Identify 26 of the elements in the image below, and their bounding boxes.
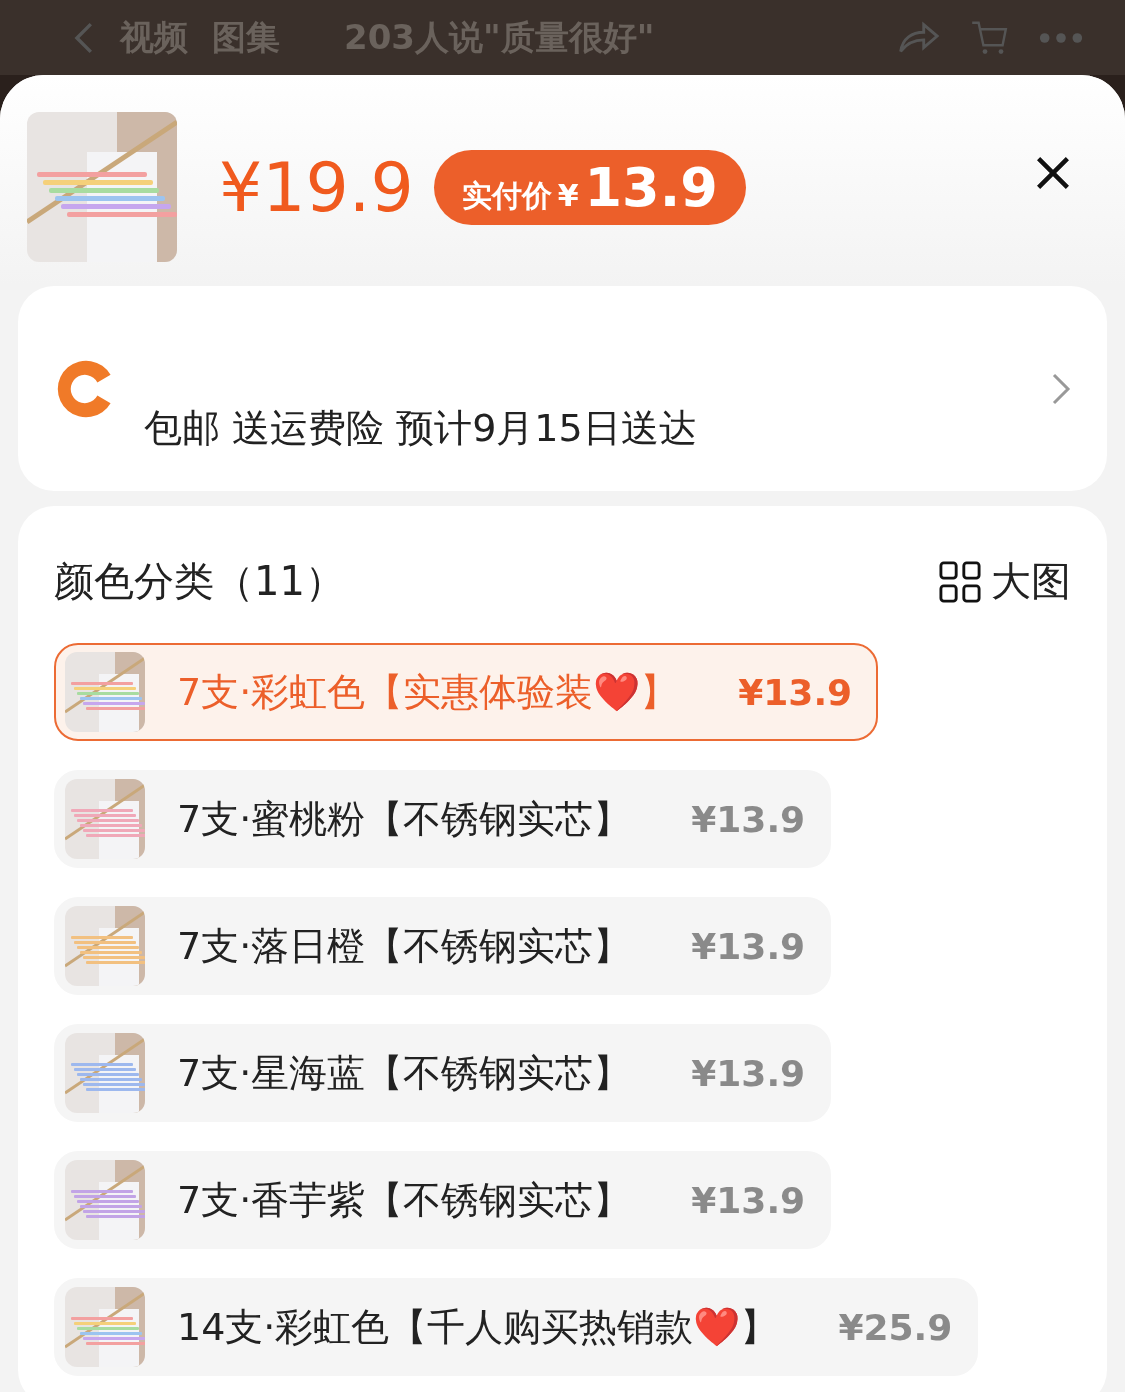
shipping-card[interactable]: 包邮 送运费险 预计9月15日送达 <box>18 286 1107 491</box>
option-item[interactable]: 7支·蜜桃粉【不锈钢实芯】 ¥13.9 <box>54 770 832 868</box>
option-label: 7支·蜜桃粉【不锈钢实芯】 <box>177 795 632 843</box>
option-label: 7支·彩虹色【实惠体验装❤】 <box>177 668 679 716</box>
option-label: 7支·星海蓝【不锈钢实芯】 <box>177 1049 632 1097</box>
section-title: 颜色分类（11） <box>54 557 345 606</box>
option-item[interactable]: 7支·落日橙【不锈钢实芯】 ¥13.9 <box>54 897 832 995</box>
option-price: ¥13.9 <box>691 1179 806 1221</box>
paid-price-badge: 实付价 ¥13.9 <box>433 149 746 225</box>
option-item[interactable]: 7支·星海蓝【不锈钢实芯】 ¥13.9 <box>54 1024 832 1122</box>
grid-icon[interactable] <box>939 560 981 603</box>
option-label: 7支·香芋紫【不锈钢实芯】 <box>177 1176 632 1224</box>
option-price: ¥25.9 <box>838 1306 953 1348</box>
option-item[interactable]: 7支·香芋紫【不锈钢实芯】 ¥13.9 <box>54 1151 832 1249</box>
chevron-right-icon <box>1051 371 1071 406</box>
large-view-link[interactable]: 大图 <box>991 554 1071 609</box>
option-price: ¥13.9 <box>738 671 853 713</box>
original-price: ¥19.9 <box>219 147 414 227</box>
option-label: 7支·落日橙【不锈钢实芯】 <box>177 922 632 970</box>
option-price: ¥13.9 <box>691 1052 806 1094</box>
option-label: 14支·彩虹色【千人购买热销款❤】 <box>177 1303 779 1351</box>
shipping-info: 包邮 送运费险 预计9月15日送达 <box>144 405 697 452</box>
option-price: ¥13.9 <box>691 798 806 840</box>
close-icon[interactable] <box>1035 155 1071 191</box>
option-price: ¥13.9 <box>691 925 806 967</box>
option-item[interactable]: 14支·彩虹色【千人购买热销款❤】 ¥25.9 <box>54 1278 979 1376</box>
